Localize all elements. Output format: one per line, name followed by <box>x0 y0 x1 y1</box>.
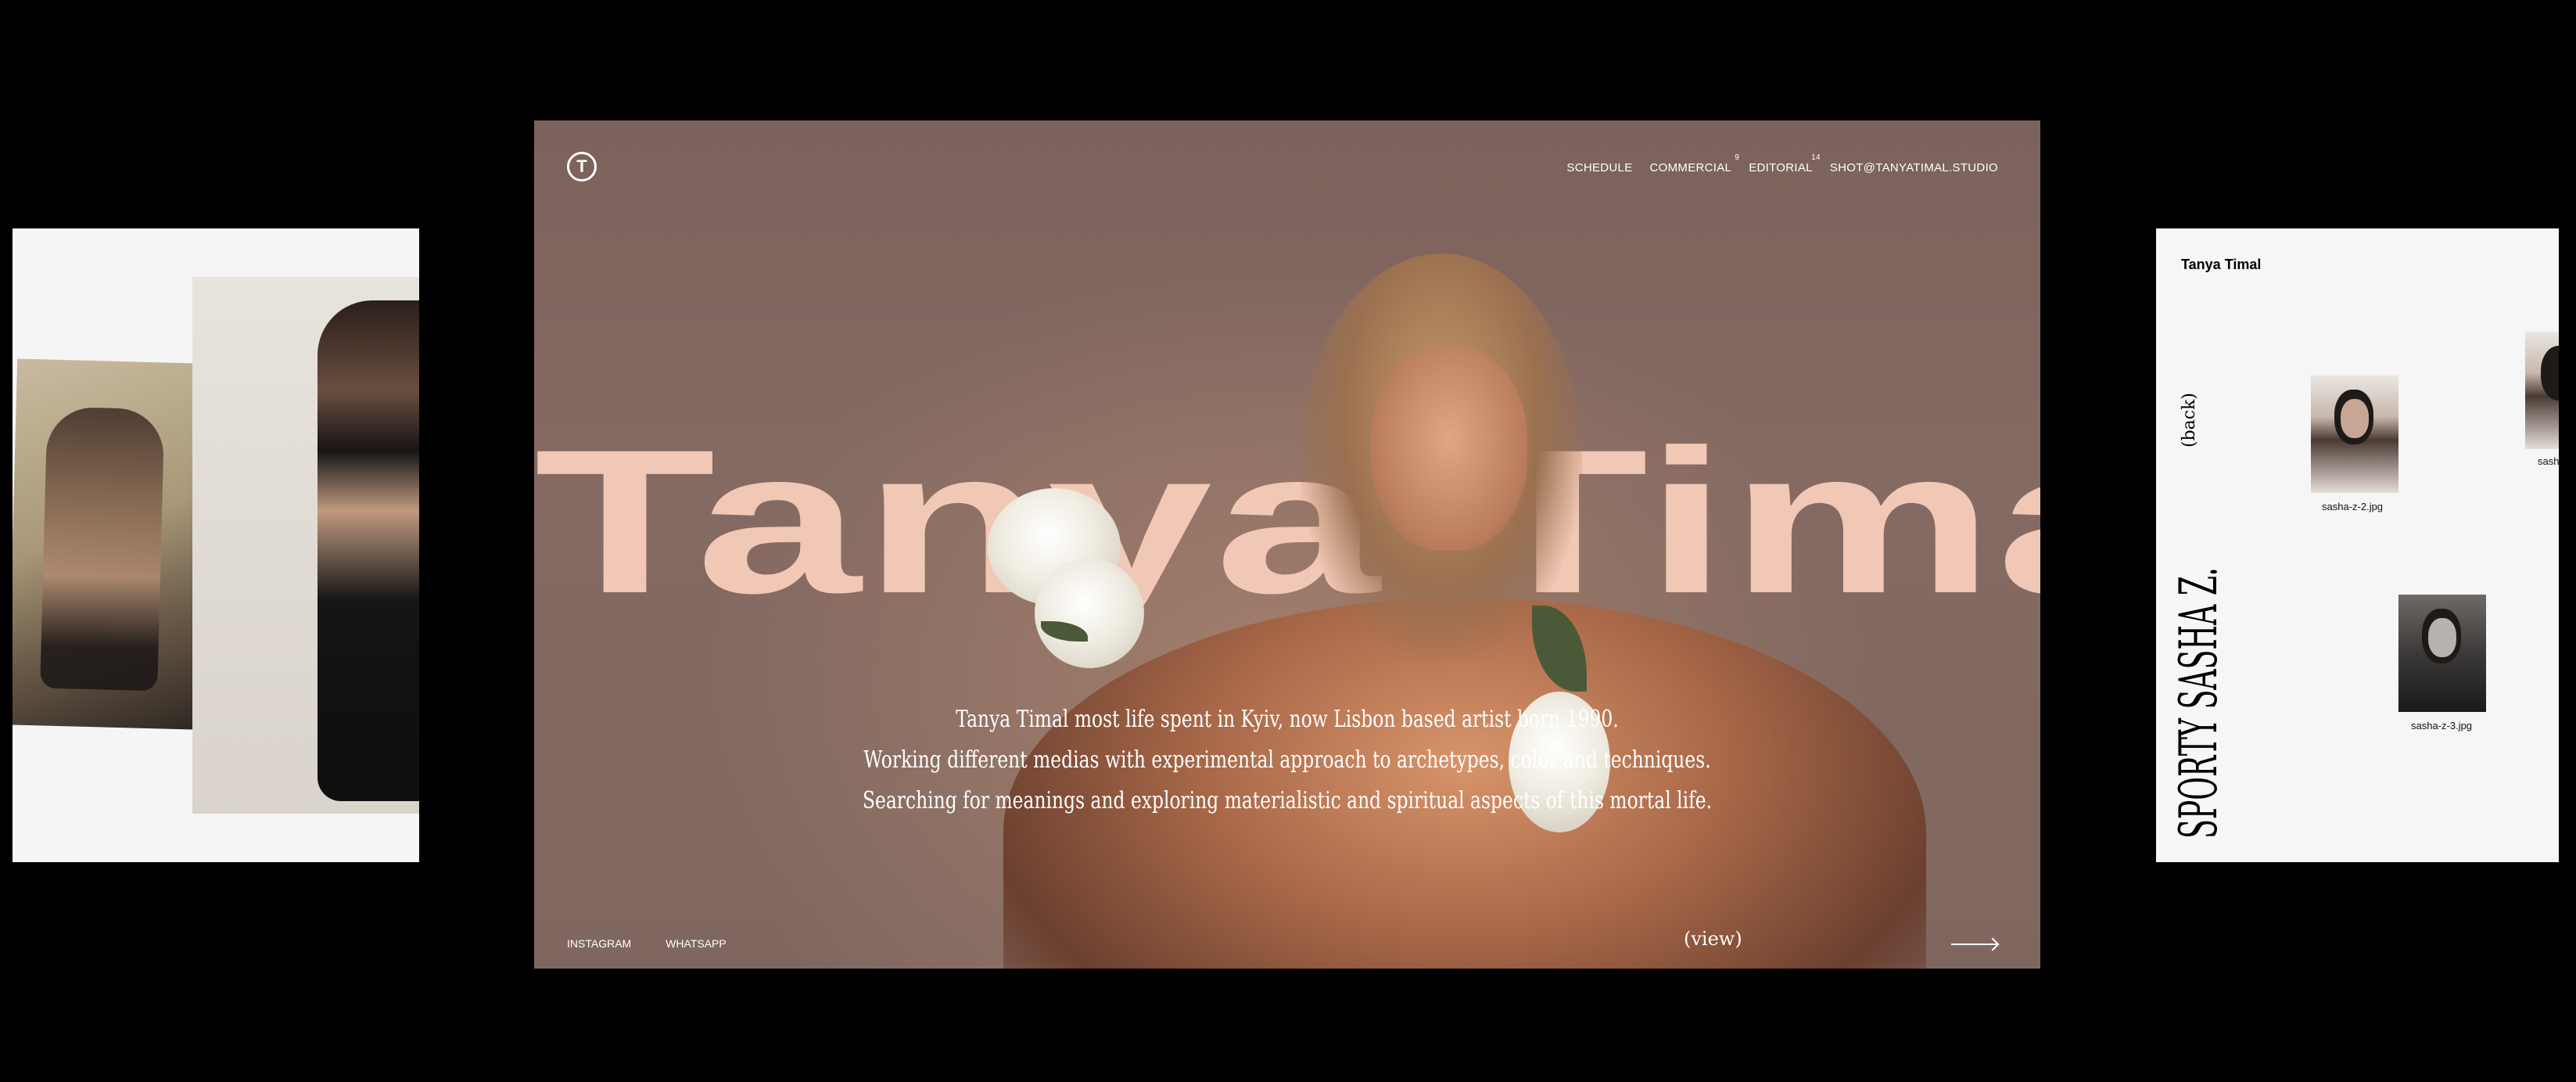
thumbnail-caption: sash <box>2538 455 2559 467</box>
next-arrow-icon[interactable] <box>1951 944 1997 945</box>
nav-schedule-label: SCHEDULE <box>1566 161 1633 174</box>
nav-email-label: SHOT@TANYATIMAL.STUDIO <box>1829 161 1998 174</box>
thumbnail-image[interactable] <box>2525 332 2559 449</box>
bio-line: Tanya Timal most life spent in Kyiv, now… <box>956 706 1619 733</box>
view-link[interactable]: (view) <box>1684 928 1742 950</box>
thumbnail-caption: sasha-z-3.jpg <box>2411 720 2473 732</box>
hero-portrait <box>1003 253 1926 969</box>
bio-line: Searching for meanings and exploring mat… <box>862 787 1713 814</box>
thumbnail-image[interactable] <box>2311 376 2398 493</box>
nav-commercial-label: COMMERCIAL <box>1649 161 1732 174</box>
instagram-link[interactable]: INSTAGRAM <box>567 937 631 950</box>
nav-schedule[interactable]: SCHEDULE <box>1566 161 1632 174</box>
flower-left-lower <box>1035 559 1144 668</box>
portrait-face <box>1371 347 1527 551</box>
nav-editorial-label: EDITORIAL <box>1749 161 1813 174</box>
top-navigation: SCHEDULE COMMERCIAL 9 EDITORIAL 14 SHOT@TA… <box>1566 153 1998 174</box>
logo-icon[interactable]: T <box>567 152 597 182</box>
thumbnail-caption: sasha-z-2.jpg <box>2322 501 2384 512</box>
thumb-face <box>2428 618 2456 657</box>
back-link[interactable]: (back) <box>2180 393 2199 448</box>
social-links: INSTAGRAM WHATSAPP <box>567 937 727 950</box>
thumb-hair <box>2541 346 2559 401</box>
bio-line: Working different medias with experiment… <box>863 746 1711 774</box>
bio-text: Tanya Timal most life spent in Kyiv, now… <box>700 699 1875 821</box>
photo-figure <box>318 300 419 801</box>
nav-editorial[interactable]: EDITORIAL 14 <box>1749 153 1820 174</box>
gallery-photo-standing[interactable] <box>192 277 419 814</box>
hero-slide: Tanya Timal T SCHEDULE COMMERCIAL9 EDITO… <box>534 120 2040 969</box>
photo-figure <box>40 406 165 692</box>
whatsapp-link[interactable]: WHATSAPP <box>666 937 727 950</box>
thumbnail-image[interactable] <box>2398 595 2486 712</box>
nav-editorial-count: 14 <box>1811 153 1821 162</box>
thumb-face <box>2341 399 2369 438</box>
panel-title: Tanya Timal <box>2181 257 2262 272</box>
nav-email-link[interactable]: SHOT@TANYATIMAL.STUDIO <box>1830 161 1998 174</box>
left-gallery-panel[interactable] <box>13 228 419 862</box>
series-title: SPORTY SASHA Z. <box>2169 567 2229 839</box>
nav-commercial-count: 9 <box>1735 153 1740 162</box>
nav-commercial[interactable]: COMMERCIAL 9 <box>1649 153 1739 174</box>
right-gallery-panel[interactable]: Tanya Timal (back) SPORTY SASHA Z. sasha… <box>2156 228 2559 862</box>
